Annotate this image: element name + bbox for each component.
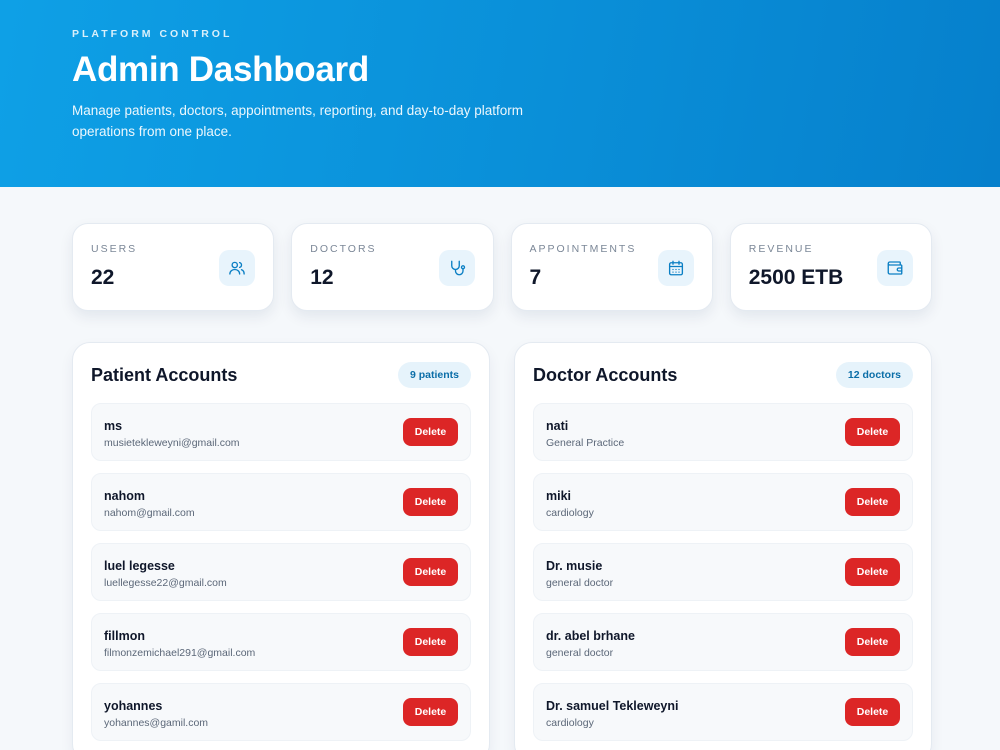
delete-button[interactable]: Delete — [403, 418, 458, 446]
delete-button[interactable]: Delete — [403, 558, 458, 586]
list-item: luel legesse luellegesse22@gmail.com Del… — [91, 543, 471, 601]
stat-card-appointments: APPOINTMENTS 7 — [510, 223, 713, 311]
hero-banner: PLATFORM CONTROL Admin Dashboard Manage … — [0, 0, 1000, 187]
delete-button[interactable]: Delete — [845, 558, 900, 586]
delete-button[interactable]: Delete — [845, 628, 900, 656]
delete-button[interactable]: Delete — [845, 698, 900, 726]
list-item: nahom nahom@gmail.com Delete — [91, 473, 471, 531]
doctor-count-badge: 12 doctors — [835, 362, 913, 388]
stat-card-doctors: DOCTORS 12 — [291, 223, 494, 311]
list-item: Dr. samuel Tekleweyni cardiology Delete — [533, 683, 913, 741]
stat-card-revenue: REVENUE 2500 ETB — [729, 223, 932, 311]
delete-button[interactable]: Delete — [845, 418, 900, 446]
list-item: dr. abel brhane general doctor Delete — [533, 613, 913, 671]
delete-button[interactable]: Delete — [403, 698, 458, 726]
delete-button[interactable]: Delete — [845, 488, 900, 516]
list-item: ms musietekleweyni@gmail.com Delete — [91, 403, 471, 461]
wallet-icon — [877, 250, 913, 286]
stat-card-users: USERS 22 — [72, 223, 275, 311]
panel-header: Patient Accounts 9 patients — [91, 361, 471, 389]
list-item: fillmon filmonzemichael291@gmail.com Del… — [91, 613, 471, 671]
delete-button[interactable]: Delete — [403, 488, 458, 516]
hero-eyebrow: PLATFORM CONTROL — [72, 28, 233, 40]
delete-button[interactable]: Delete — [403, 628, 458, 656]
panel-title: Patient Accounts — [91, 364, 238, 385]
list-item: miki cardiology Delete — [533, 473, 913, 531]
doctor-accounts-panel: Doctor Accounts 12 doctors nati General … — [514, 342, 932, 750]
stethoscope-icon — [438, 250, 475, 286]
list-item: nati General Practice Delete — [533, 403, 913, 461]
page-description: Manage patients, doctors, appointments, … — [72, 103, 524, 139]
list-item: yohannes yohannes@gamil.com Delete — [91, 683, 471, 741]
calendar-icon — [657, 250, 694, 286]
page-title: Admin Dashboard — [72, 50, 369, 89]
panel-header: Doctor Accounts 12 doctors — [533, 361, 913, 389]
panel-title: Doctor Accounts — [533, 364, 678, 385]
patient-count-badge: 9 patients — [397, 362, 471, 388]
list-item: Dr. musie general doctor Delete — [533, 543, 913, 601]
stats-row: USERS 22 DOCTORS 12 APPOINTMENTS 7 REVEN… — [72, 223, 932, 311]
patient-accounts-panel: Patient Accounts 9 patients ms musietekl… — [72, 342, 490, 750]
users-icon — [219, 250, 256, 286]
